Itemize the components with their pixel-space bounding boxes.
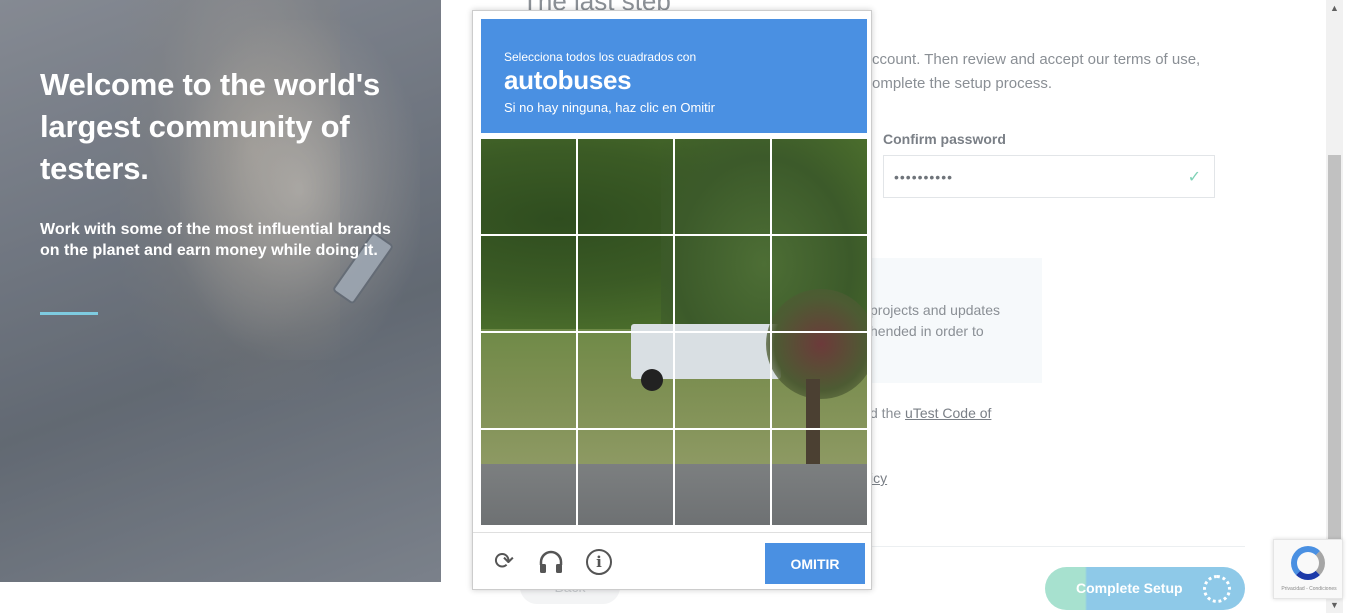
captcha-tile[interactable]	[772, 139, 867, 235]
hero-subtext: Work with some of the most influential b…	[40, 221, 391, 259]
confirm-password-label: Confirm password	[883, 131, 1006, 147]
check-icon: ✓	[1187, 169, 1202, 186]
captcha-tile[interactable]	[772, 236, 867, 332]
audio-icon[interactable]	[538, 549, 564, 575]
policy-link[interactable]: icy	[870, 470, 887, 486]
captcha-header: Selecciona todos los cuadrados con autob…	[481, 19, 867, 133]
captcha-instruction: Selecciona todos los cuadrados con	[504, 50, 697, 64]
info-text: projects and updates hended in order to	[870, 302, 1000, 339]
code-of-conduct-text: d the uTest Code of	[870, 405, 991, 421]
scroll-down-icon[interactable]: ▼	[1330, 600, 1339, 610]
hero-heading: Welcome to the world's largest community…	[40, 67, 381, 186]
code-prefix: d the	[870, 405, 906, 421]
captcha-tile[interactable]	[578, 236, 674, 332]
captcha-tile[interactable]	[772, 333, 867, 429]
captcha-tile[interactable]	[675, 430, 771, 525]
intro-text: ccount. Then review and accept our terms…	[872, 51, 1201, 92]
captcha-footer: ⟳ i OMITIR	[473, 532, 871, 590]
code-of-conduct-link[interactable]: uTest Code of	[905, 405, 991, 421]
captcha-tile[interactable]	[675, 236, 771, 332]
scrollbar[interactable]: ▲ ▼	[1326, 0, 1343, 613]
captcha-skip-hint: Si no hay ninguna, haz clic en Omitir	[504, 100, 715, 115]
complete-setup-button[interactable]: Complete Setup	[1045, 567, 1245, 610]
hero-accent-rule	[40, 312, 98, 315]
recaptcha-badge[interactable]: Privacidad - Condiciones	[1273, 539, 1343, 599]
captcha-tile[interactable]	[578, 430, 674, 525]
captcha-tile[interactable]	[772, 430, 867, 525]
reload-icon[interactable]: ⟳	[491, 549, 517, 575]
captcha-tile[interactable]	[578, 139, 674, 235]
captcha-image-grid	[481, 139, 867, 525]
skip-button[interactable]: OMITIR	[765, 543, 865, 584]
headphones-svg	[539, 550, 563, 573]
confirm-password-field[interactable]: •••••••••• ✓	[883, 155, 1215, 198]
scrollbar-thumb[interactable]	[1328, 155, 1341, 540]
captcha-tile[interactable]	[481, 139, 577, 235]
divider	[870, 546, 1245, 547]
captcha-tile[interactable]	[481, 236, 577, 332]
scroll-up-icon[interactable]: ▲	[1330, 3, 1339, 13]
spinner-icon	[1203, 575, 1231, 603]
captcha-tile[interactable]	[675, 139, 771, 235]
complete-setup-label: Complete Setup	[1076, 580, 1183, 596]
hero-panel: Welcome to the world's largest community…	[0, 0, 441, 582]
captcha-target: autobuses	[504, 65, 632, 95]
captcha-tile[interactable]	[481, 430, 577, 525]
recaptcha-terms[interactable]: Privacidad - Condiciones	[1276, 586, 1342, 592]
captcha-tile[interactable]	[481, 333, 577, 429]
recaptcha-logo-icon	[1291, 546, 1325, 580]
captcha-dialog: Selecciona todos los cuadrados con autob…	[472, 10, 872, 590]
captcha-tile[interactable]	[675, 333, 771, 429]
captcha-tile[interactable]	[578, 333, 674, 429]
info-icon[interactable]: i	[586, 549, 612, 575]
confirm-password-value: ••••••••••	[894, 169, 954, 185]
